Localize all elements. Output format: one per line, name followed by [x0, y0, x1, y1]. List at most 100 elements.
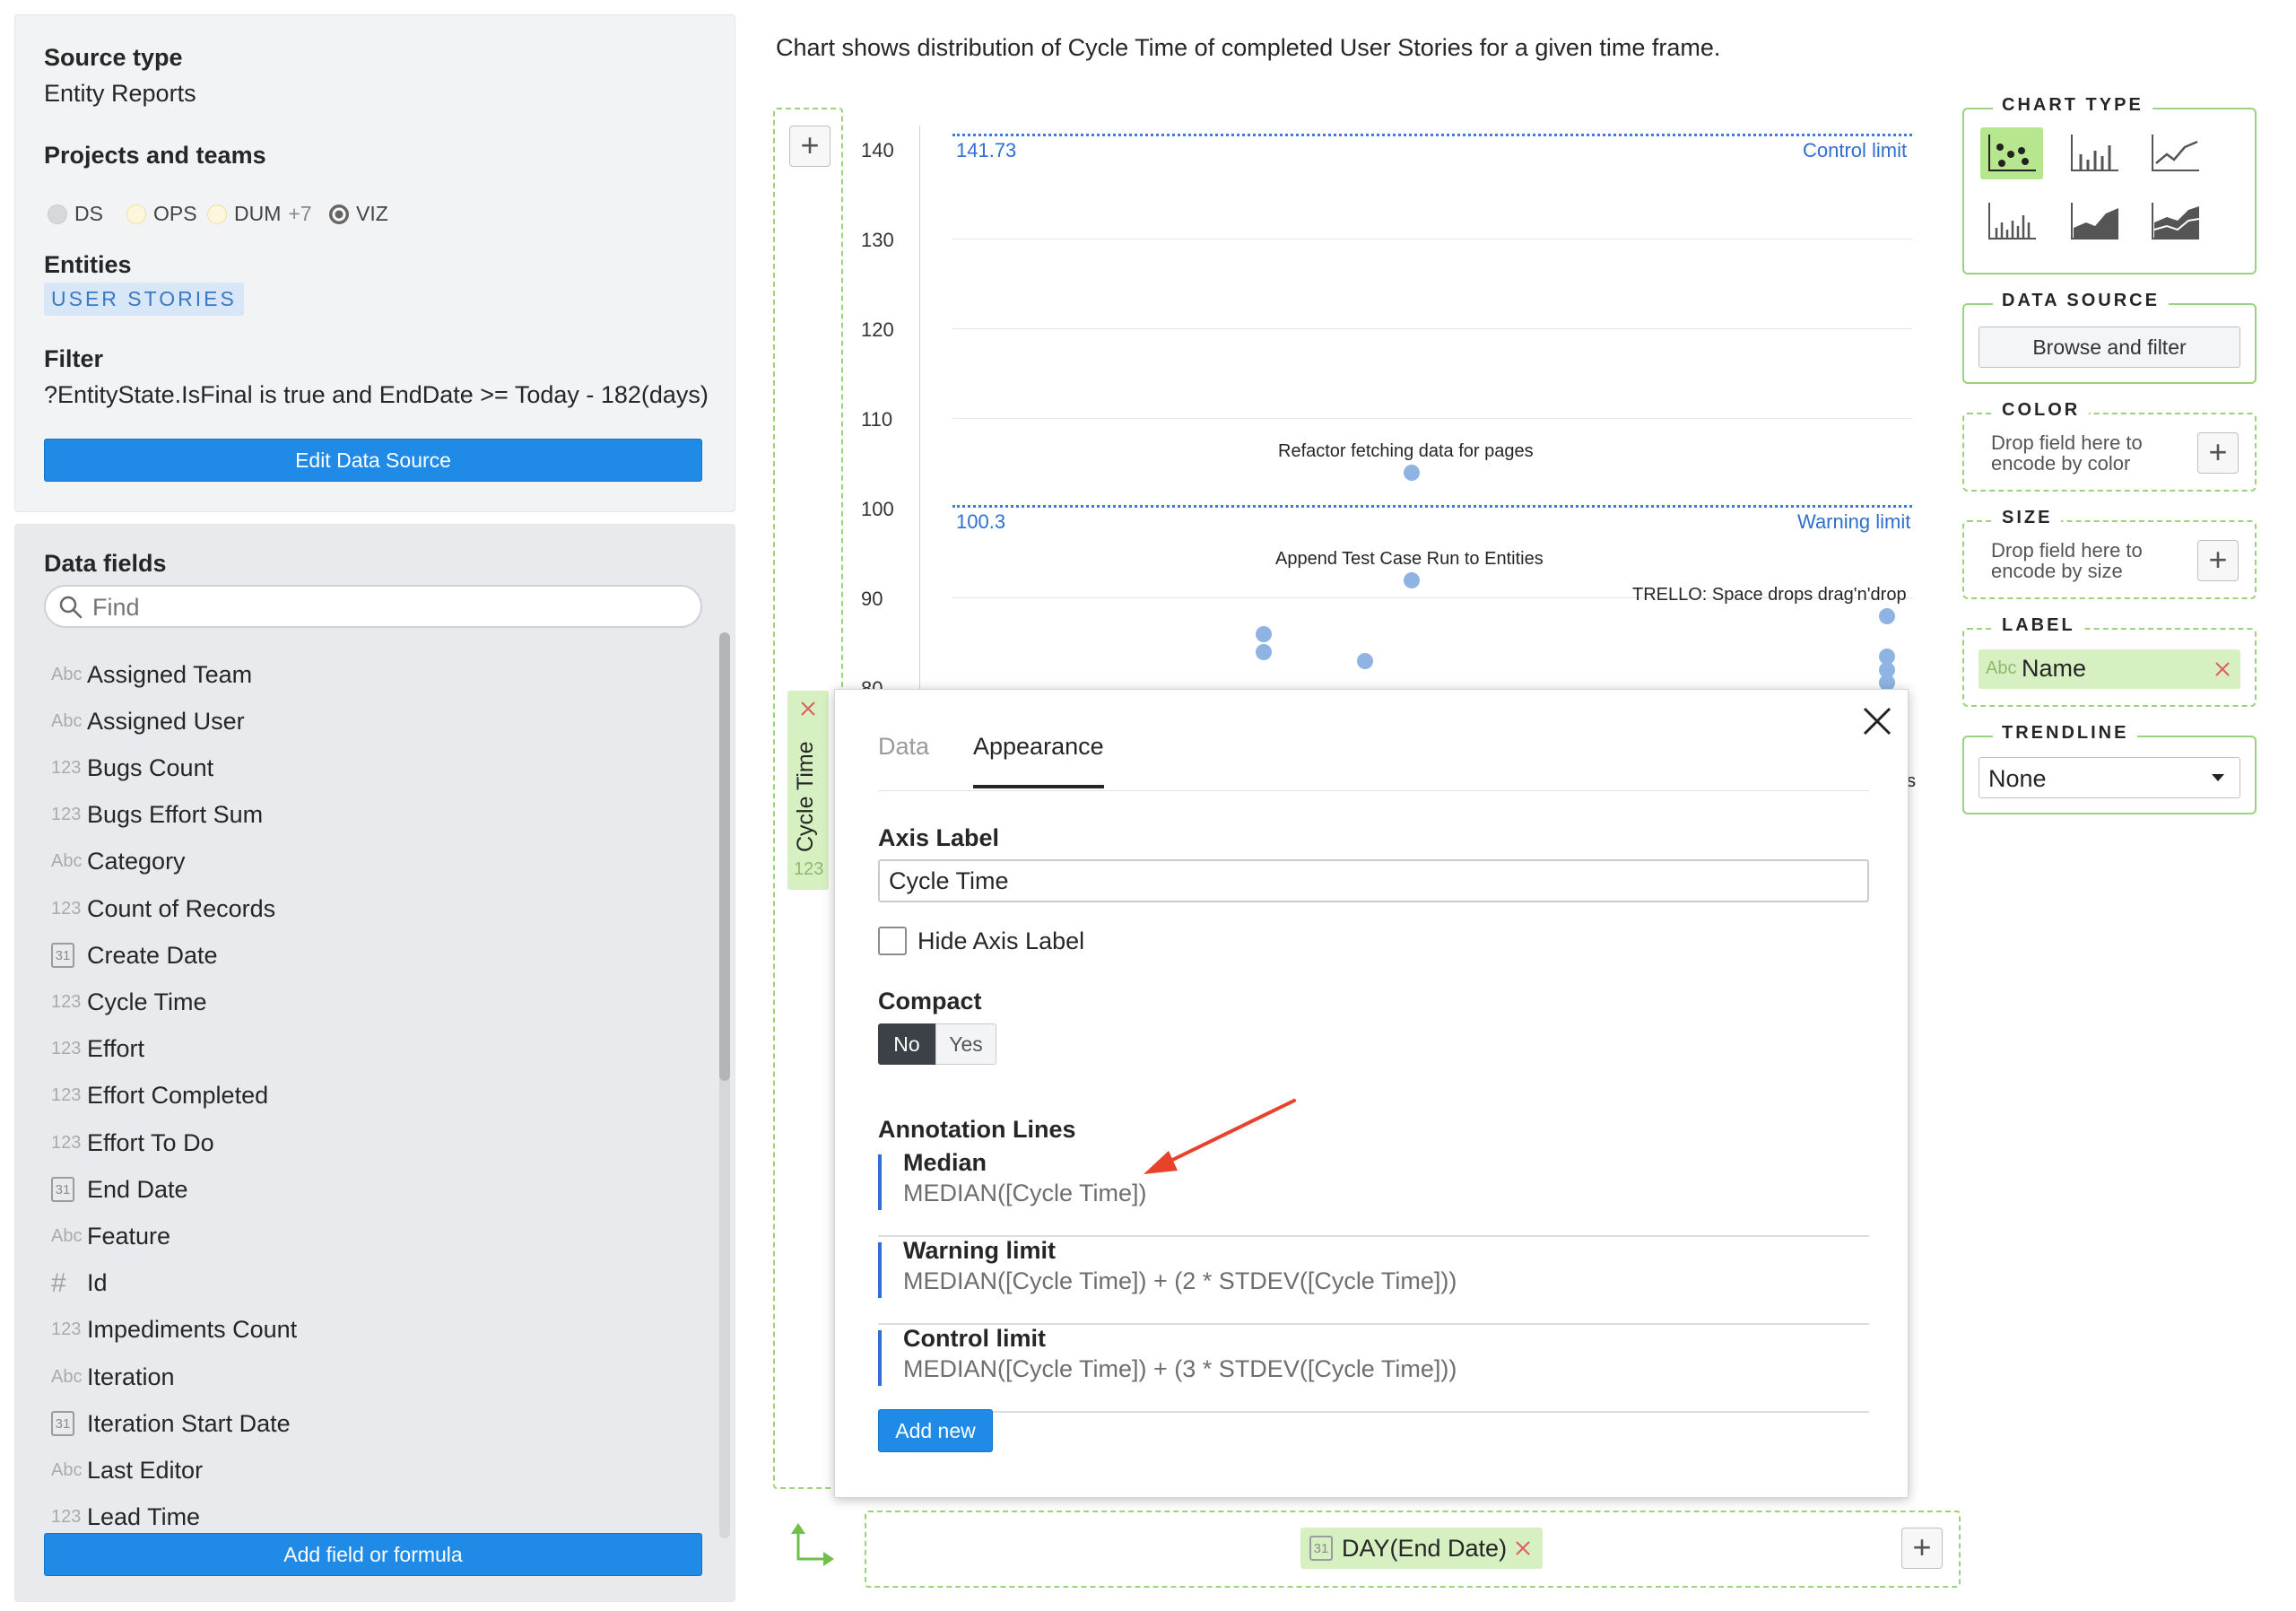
chart-type-section: CHART TYPE — [1962, 95, 2257, 274]
scatter-chart-icon[interactable] — [1980, 127, 2043, 179]
red-arrow-icon — [1144, 1099, 1296, 1174]
y-axis-field-chip[interactable]: Cycle Time 123 — [787, 691, 829, 890]
trendline-select[interactable]: None — [1979, 757, 2240, 798]
project-dum[interactable]: DUM +7 — [207, 202, 312, 226]
warning-limit-value: 100.3 — [956, 510, 1006, 533]
search-input-box[interactable] — [44, 585, 702, 628]
compact-yes-button[interactable]: Yes — [935, 1023, 996, 1065]
field-name: Iteration — [87, 1363, 175, 1390]
data-point[interactable] — [1404, 465, 1420, 481]
remove-icon[interactable] — [1514, 1539, 1532, 1557]
hide-axis-label-checkbox[interactable] — [878, 927, 907, 955]
swap-axes-icon[interactable] — [787, 1520, 838, 1570]
browse-and-filter-button[interactable]: Browse and filter — [1979, 327, 2240, 368]
entities-label: Entities — [44, 251, 132, 278]
data-point[interactable] — [1256, 644, 1272, 660]
hide-axis-label-text: Hide Axis Label — [918, 927, 1085, 954]
chevron-down-icon — [2212, 774, 2224, 781]
project-viz[interactable]: VIZ — [329, 202, 388, 226]
data-point[interactable] — [1404, 572, 1420, 588]
axis-label-input[interactable] — [878, 859, 1869, 902]
field-item[interactable]: 123 Impediments Count — [51, 1307, 297, 1354]
stacked-area-chart-icon[interactable] — [2144, 196, 2206, 248]
tab-appearance[interactable]: Appearance — [973, 733, 1104, 761]
bar-chart-icon[interactable] — [2063, 127, 2126, 179]
numeric-type-icon: 123 — [51, 991, 82, 1012]
add-x-field-button[interactable]: + — [1901, 1528, 1943, 1569]
data-point[interactable] — [1256, 626, 1272, 642]
field-name: Last Editor — [87, 1456, 204, 1484]
field-name: Cycle Time — [87, 988, 207, 1015]
close-icon[interactable] — [1862, 706, 1892, 736]
numeric-type-icon: 123 — [51, 1132, 82, 1153]
x-axis-field-chip[interactable]: 31 DAY(End Date) — [1300, 1528, 1543, 1569]
size-title: SIZE — [1993, 508, 2062, 528]
numeric-type-icon: 123 — [51, 1507, 82, 1528]
field-item[interactable]: 31 Create Date — [51, 932, 218, 979]
field-name: Create Date — [87, 941, 218, 969]
field-item[interactable]: Abc Last Editor — [51, 1447, 203, 1493]
data-point[interactable] — [1879, 608, 1895, 624]
label-title: LABEL — [1993, 615, 2084, 636]
more-projects-count[interactable]: +7 — [288, 202, 311, 226]
point-label: Append Test Case Run to Entities — [1275, 549, 1544, 569]
stacked-bar-chart-icon[interactable] — [1980, 196, 2043, 248]
field-item[interactable]: 31 End Date — [51, 1166, 188, 1213]
field-item[interactable]: # Id — [51, 1260, 108, 1307]
field-name: Effort Completed — [87, 1082, 269, 1110]
field-item[interactable]: 123 Effort To Do — [51, 1119, 214, 1166]
color-title: COLOR — [1993, 400, 2090, 421]
annotation-formula: MEDIAN([Cycle Time]) — [903, 1180, 1147, 1206]
field-item[interactable]: 123 Count of Records — [51, 885, 275, 932]
field-item[interactable]: 123 Effort — [51, 1026, 144, 1073]
annotation-name: Control limit — [903, 1325, 1046, 1352]
add-size-field-button[interactable]: + — [2197, 540, 2239, 581]
field-item[interactable]: Abc Iteration — [51, 1354, 175, 1400]
annotation-item-warning[interactable]: Warning limit MEDIAN([Cycle Time]) + (2 … — [878, 1237, 1869, 1325]
add-new-annotation-button[interactable]: Add new — [878, 1409, 993, 1452]
project-ds[interactable]: DS — [48, 202, 103, 226]
annotation-item-control[interactable]: Control limit MEDIAN([Cycle Time]) + (3 … — [878, 1325, 1869, 1413]
annotation-item-median[interactable]: Median MEDIAN([Cycle Time]) — [878, 1149, 1869, 1237]
project-name: DS — [74, 202, 103, 225]
field-item[interactable]: 123 Effort Completed — [51, 1073, 268, 1119]
size-drop-zone[interactable]: SIZE Drop field here to encode by size + — [1962, 508, 2257, 599]
field-item[interactable]: Abc Category — [51, 839, 186, 885]
field-item[interactable]: 123 Bugs Count — [51, 745, 213, 791]
numeric-type-icon: 123 — [51, 1039, 82, 1059]
label-drop-zone[interactable]: LABEL Abc Name — [1962, 615, 2257, 707]
add-color-field-button[interactable]: + — [2197, 432, 2239, 474]
tab-data[interactable]: Data — [878, 733, 929, 761]
search-input[interactable] — [91, 590, 686, 624]
compact-no-button[interactable]: No — [878, 1023, 935, 1065]
source-panel: Source type Entity Reports Projects and … — [14, 14, 735, 512]
annotation-name: Warning limit — [903, 1237, 1056, 1264]
field-name: Assigned User — [87, 707, 245, 735]
project-color-dot — [207, 204, 227, 224]
scrollbar-thumb[interactable] — [719, 632, 730, 1081]
add-y-field-button[interactable]: + — [789, 126, 831, 167]
color-drop-hint: Drop field here to encode by color — [1991, 431, 2143, 475]
project-ops[interactable]: OPS — [126, 202, 197, 226]
label-field-chip[interactable]: Abc Name — [1979, 649, 2240, 689]
y-tick: 100 — [861, 498, 894, 520]
field-item[interactable]: 123 Bugs Effort Sum — [51, 792, 263, 839]
data-point[interactable] — [1357, 653, 1373, 669]
remove-icon[interactable] — [2213, 660, 2231, 678]
field-name: Count of Records — [87, 894, 276, 922]
field-item[interactable]: Abc Feature — [51, 1213, 170, 1259]
annotation-name: Median — [903, 1149, 987, 1176]
y-tick: 110 — [861, 408, 893, 431]
numeric-type-icon: 123 — [51, 1085, 82, 1106]
field-item[interactable]: Abc Assigned Team — [51, 651, 252, 698]
area-chart-icon[interactable] — [2063, 196, 2126, 248]
line-chart-icon[interactable] — [2144, 127, 2206, 179]
field-item[interactable]: Abc Assigned User — [51, 698, 245, 745]
annotation-accent-bar — [878, 1154, 882, 1210]
edit-data-source-button[interactable]: Edit Data Source — [44, 439, 702, 482]
add-field-button[interactable]: Add field or formula — [44, 1533, 702, 1576]
color-drop-zone[interactable]: COLOR Drop field here to encode by color… — [1962, 400, 2257, 492]
field-item[interactable]: 123 Cycle Time — [51, 979, 207, 1025]
grid-line — [952, 418, 1912, 419]
field-item[interactable]: 31 Iteration Start Date — [51, 1400, 291, 1447]
